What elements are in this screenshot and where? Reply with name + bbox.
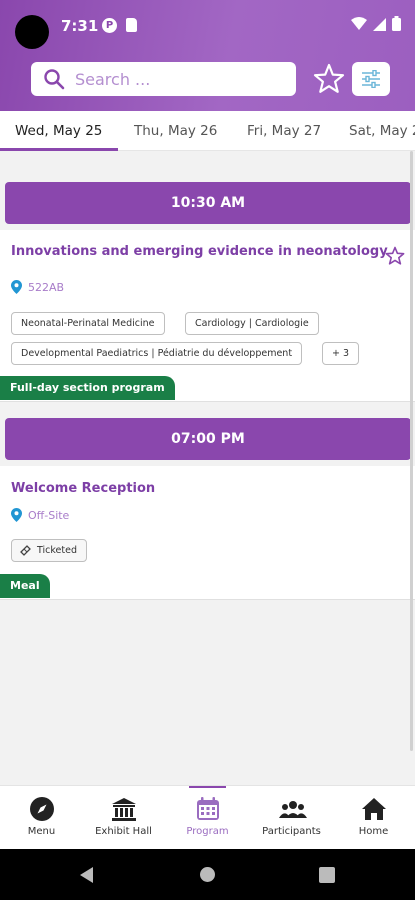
ticketed-chip: Ticketed (11, 539, 87, 562)
active-tab-indicator (0, 148, 118, 151)
building-icon (111, 796, 137, 822)
star-icon (385, 246, 405, 265)
track-chip: Cardiology | Cardiologie (185, 312, 319, 335)
tab-wed-may-25[interactable]: Wed, May 25 (15, 111, 102, 150)
home-icon (361, 796, 387, 822)
home-circle-icon[interactable] (199, 866, 216, 883)
status-bar: 7:31 P (0, 0, 415, 52)
nav-menu[interactable]: Menu (0, 786, 83, 850)
tab-sat-may[interactable]: Sat, May 2 (349, 111, 415, 150)
status-time: 7:31 (61, 17, 99, 35)
session-location: 522AB (11, 280, 64, 294)
star-icon (313, 63, 345, 93)
session-title[interactable]: Welcome Reception (11, 481, 155, 496)
track-chip: Neonatal-Perinatal Medicine (11, 312, 165, 335)
nav-home[interactable]: Home (332, 786, 415, 850)
calendar-icon (195, 796, 221, 822)
nav-participants[interactable]: Participants (250, 786, 333, 850)
nav-label: Program (186, 826, 229, 837)
compass-icon (29, 796, 55, 822)
nav-label: Home (358, 826, 389, 837)
track-chip: Developmental Paediatrics | Pédiatrie du… (11, 342, 303, 365)
people-icon (278, 796, 307, 822)
session-type-tag: Meal (0, 574, 50, 598)
session-title[interactable]: Innovations and emerging evidence in neo… (11, 244, 388, 259)
scrollbar[interactable] (410, 151, 413, 751)
bottom-nav: Menu Exhibit Hall Program Participants H… (0, 785, 415, 849)
recents-icon[interactable] (319, 867, 335, 883)
time-header: 07:00 PM (5, 418, 411, 460)
battery-icon (392, 16, 401, 35)
location-text: Off-Site (28, 508, 70, 522)
more-tracks-chip[interactable]: + 3 (322, 342, 360, 365)
nav-label: Exhibit Hall (95, 826, 152, 837)
search-placeholder: Search ... (75, 69, 151, 89)
app-notification-icon: P (102, 18, 117, 33)
tab-thu-may-26[interactable]: Thu, May 26 (134, 111, 217, 150)
ticket-icon (20, 545, 31, 556)
location-text: 522AB (28, 280, 65, 294)
search-icon (43, 68, 65, 90)
nav-label: Participants (262, 826, 321, 837)
sliders-icon (362, 70, 380, 88)
favorite-star-button[interactable] (385, 246, 405, 266)
signal-icon (373, 16, 386, 35)
time-header: 10:30 AM (5, 182, 411, 224)
nav-program[interactable]: Program (166, 786, 249, 850)
nav-exhibit-hall[interactable]: Exhibit Hall (82, 786, 165, 850)
tab-fri-may-27[interactable]: Fri, May 27 (247, 111, 321, 150)
ticketed-label: Ticketed (37, 545, 77, 556)
session-type-tag: Full-day section program (0, 376, 175, 400)
session-location: Off-Site (11, 508, 69, 522)
app-header: 7:31 P Search ... (0, 0, 415, 111)
session-card[interactable]: Innovations and emerging evidence in neo… (0, 230, 415, 402)
search-input[interactable]: Search ... (31, 62, 296, 96)
back-icon[interactable] (79, 866, 95, 884)
date-tabs: Wed, May 25 Thu, May 26 Fri, May 27 Sat,… (0, 111, 415, 151)
location-pin-icon (11, 508, 22, 522)
location-pin-icon (11, 280, 22, 294)
session-card[interactable]: Welcome Reception Off-Site Ticketed Meal (0, 466, 415, 600)
wifi-icon (351, 16, 367, 35)
filter-button[interactable] (352, 62, 390, 96)
system-nav-bar (0, 849, 415, 900)
camera-cutout (15, 15, 49, 49)
favorites-button[interactable] (312, 62, 346, 96)
nav-label: Menu (27, 826, 56, 837)
sd-card-icon (126, 18, 137, 32)
